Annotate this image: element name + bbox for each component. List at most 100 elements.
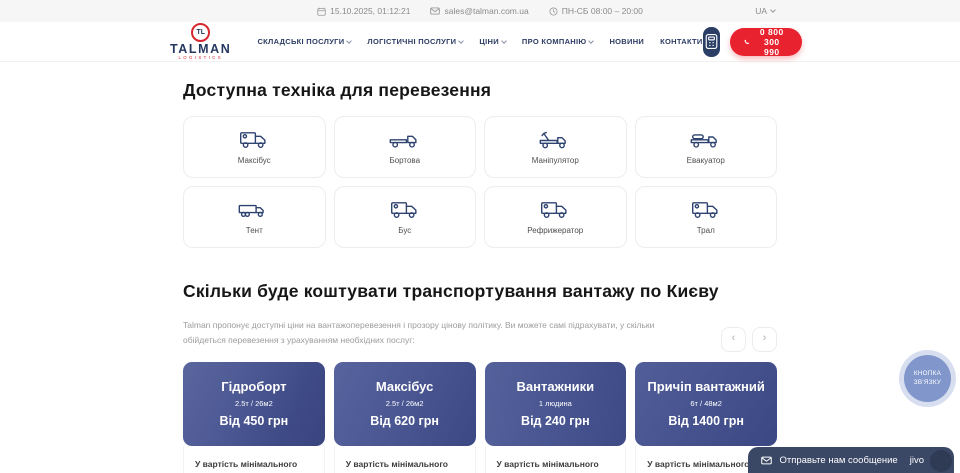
- price-card-title: Гідроборт: [221, 379, 286, 394]
- chat-message-text: Отправьте нам сообщение: [779, 455, 897, 466]
- price-card-note: У вартість мінімального замовлення за 45…: [334, 446, 476, 473]
- brand-subtitle: LOGISTICS: [178, 56, 223, 60]
- box-truck-icon: [538, 200, 572, 221]
- brand-name: TALMAN: [170, 43, 231, 56]
- equipment-card-evacuator[interactable]: Евакуатор: [635, 116, 778, 178]
- price-card-image: Максібус 2.5т / 26м2 Від 620 грн: [334, 362, 476, 446]
- nav-item-label: ЛОГІСТИЧНІ ПОСЛУГИ: [367, 37, 456, 46]
- equipment-card-tral[interactable]: Трал: [635, 186, 778, 248]
- price-card-spec: 2.5т / 26м2: [235, 399, 273, 408]
- clock-icon: [549, 7, 558, 16]
- email-display: sales@talman.com.ua: [430, 6, 528, 16]
- email-text: sales@talman.com.ua: [444, 6, 528, 16]
- jivo-logo: jivo: [910, 455, 924, 466]
- carousel-controls: ‹ ›: [721, 327, 777, 352]
- equipment-card-crane[interactable]: Маніпулятор: [484, 116, 627, 178]
- box-truck-icon: [388, 200, 422, 221]
- nav-item-label: СКЛАДСЬКІ ПОСЛУГИ: [257, 37, 344, 46]
- calendar-icon: [317, 7, 326, 16]
- nav-item-logistics-services[interactable]: ЛОГІСТИЧНІ ПОСЛУГИ: [367, 37, 463, 46]
- equipment-card-maxibus[interactable]: Максібус: [183, 116, 326, 178]
- ua-flag-icon: [738, 7, 751, 16]
- equipment-label: Трал: [697, 226, 715, 235]
- equipment-label: Тент: [246, 226, 263, 235]
- price-card-price: Від 1400 грн: [668, 414, 744, 428]
- equipment-label: Бус: [398, 226, 411, 235]
- carousel-next-button[interactable]: ›: [752, 327, 777, 352]
- nav-item-label: НОВИНИ: [609, 37, 644, 46]
- pricing-section: Скільки буде коштувати транспортування в…: [183, 281, 777, 473]
- datetime-text: 15.10.2025, 01:12:21: [330, 6, 410, 16]
- mail-icon: [430, 7, 440, 15]
- hours-display: ПН-СБ 08:00 – 20:00: [549, 6, 643, 16]
- nav-item-label: ПРО КОМПАНІЮ: [522, 37, 587, 46]
- calculator-button[interactable]: [703, 27, 720, 57]
- nav-menu: СКЛАДСЬКІ ПОСЛУГИ ЛОГІСТИЧНІ ПОСЛУГИ ЦІН…: [257, 37, 702, 46]
- phone-icon: [744, 37, 749, 47]
- price-card-price: Від 240 грн: [521, 414, 590, 428]
- contact-bubble-button[interactable]: КНОПКА ЗВ'ЯЗКУ: [904, 355, 951, 402]
- box-truck-icon: [237, 130, 271, 151]
- nav-item-contacts[interactable]: КОНТАКТИ: [660, 37, 703, 46]
- price-card-maxibus: Максібус 2.5т / 26м2 Від 620 грн У варті…: [334, 362, 476, 473]
- chevron-down-icon: [770, 7, 776, 13]
- price-card-spec: 1 людина: [539, 399, 572, 408]
- equipment-card-flatbed[interactable]: Бортова: [334, 116, 477, 178]
- price-card-title: Вантажники: [517, 379, 595, 394]
- phone-button[interactable]: 0 800 300 990: [730, 28, 802, 56]
- equipment-card-refrigerator[interactable]: Рефрижератор: [484, 186, 627, 248]
- brand-logo[interactable]: TL TALMAN LOGISTICS: [170, 23, 231, 61]
- price-card-price: Від 620 грн: [370, 414, 439, 428]
- price-card-image: Вантажники 1 людина Від 240 грн: [485, 362, 627, 446]
- logo-monogram-icon: TL: [191, 23, 210, 42]
- content-container: Доступна техніка для перевезення Максібу…: [183, 80, 777, 473]
- nav-item-news[interactable]: НОВИНИ: [609, 37, 644, 46]
- chevron-left-icon: ‹: [732, 333, 736, 344]
- equipment-grid: Максібус Бортова Маніпулятор Евакуатор Т…: [183, 116, 777, 248]
- pricing-description: Talman пропонує доступні ціни на вантажо…: [183, 318, 675, 348]
- flatbed-truck-icon: [388, 130, 422, 151]
- tow-truck-icon: [689, 130, 723, 151]
- language-selector[interactable]: UA: [738, 0, 775, 22]
- box-truck-icon: [689, 200, 723, 221]
- pricing-cards: Гідроборт 2.5т / 26м2 Від 450 грн У варт…: [183, 362, 777, 473]
- equipment-label: Максібус: [238, 156, 271, 165]
- page: 15.10.2025, 01:12:21 sales@talman.com.ua…: [0, 0, 960, 473]
- equipment-section-title: Доступна техніка для перевезення: [183, 80, 777, 101]
- nav-item-label: ЦІНИ: [479, 37, 499, 46]
- equipment-label: Бортова: [389, 156, 420, 165]
- chevron-down-icon: [459, 38, 465, 44]
- equipment-label: Рефрижератор: [527, 226, 583, 235]
- equipment-card-tent[interactable]: Тент: [183, 186, 326, 248]
- price-card-note: У вартість мінімального замовлення за 45…: [183, 446, 325, 473]
- crane-truck-icon: [538, 130, 572, 151]
- language-label: UA: [755, 6, 767, 16]
- price-card-price: Від 450 грн: [220, 414, 289, 428]
- price-card-spec: 2.5т / 26м2: [386, 399, 424, 408]
- carousel-prev-button[interactable]: ‹: [721, 327, 746, 352]
- price-card-title: Причіп вантажний: [647, 379, 764, 394]
- price-card-note: У вартість мінімального замовлення за 45…: [485, 446, 627, 473]
- price-card-loaders: Вантажники 1 людина Від 240 грн У вартіс…: [485, 362, 627, 473]
- datetime-display: 15.10.2025, 01:12:21: [317, 6, 410, 16]
- price-card-image: Причіп вантажний 6т / 48м2 Від 1400 грн: [635, 362, 777, 446]
- nav-item-about-company[interactable]: ПРО КОМПАНІЮ: [522, 37, 594, 46]
- equipment-label: Маніпулятор: [532, 156, 579, 165]
- tent-truck-icon: [237, 200, 271, 221]
- price-card-hydroboard: Гідроборт 2.5т / 26м2 Від 450 грн У варт…: [183, 362, 325, 473]
- equipment-card-bus[interactable]: Бус: [334, 186, 477, 248]
- chevron-down-icon: [501, 38, 507, 44]
- nav-item-warehouse-services[interactable]: СКЛАДСЬКІ ПОСЛУГИ: [257, 37, 351, 46]
- price-card-title: Максібус: [376, 379, 433, 394]
- equipment-label: Евакуатор: [687, 156, 725, 165]
- envelope-icon: [761, 456, 772, 465]
- main-navigation: TL TALMAN LOGISTICS СКЛАДСЬКІ ПОСЛУГИ ЛО…: [0, 22, 960, 62]
- chat-widget[interactable]: Отправьте нам сообщение jivo: [748, 447, 954, 473]
- nav-item-label: КОНТАКТИ: [660, 37, 703, 46]
- calculator-icon: [705, 33, 718, 50]
- chevron-down-icon: [589, 38, 595, 44]
- top-info-bar: 15.10.2025, 01:12:21 sales@talman.com.ua…: [0, 0, 960, 22]
- price-card-image: Гідроборт 2.5т / 26м2 Від 450 грн: [183, 362, 325, 446]
- nav-item-prices[interactable]: ЦІНИ: [479, 37, 506, 46]
- phone-number: 0 800 300 990: [755, 27, 788, 57]
